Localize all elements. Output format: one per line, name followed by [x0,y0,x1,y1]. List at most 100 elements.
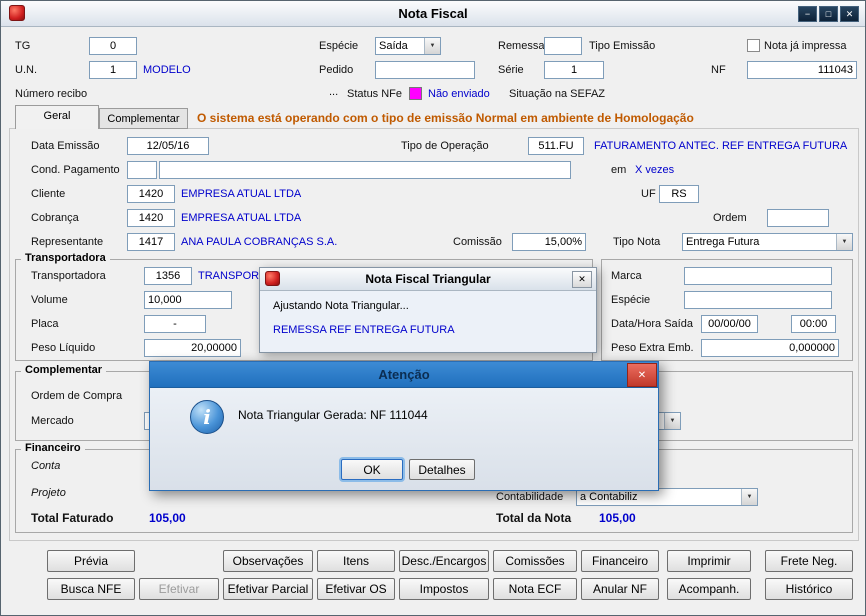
chevron-down-icon: ▼ [664,413,680,429]
peso-extra-input[interactable] [701,339,839,357]
transportadora-group-caption: Transportadora [21,252,110,264]
situacao-sefaz-label: Situação na SEFAZ [509,88,605,100]
ok-button[interactable]: OK [341,459,403,480]
tipo-nota-label: Tipo Nota [613,236,661,248]
maximize-icon: □ [825,8,832,19]
numero-recibo-label: Número recibo [15,88,88,100]
info-icon: i [190,400,224,434]
observacoes-button[interactable]: Observações [223,550,313,572]
cond-pagamento-desc-input[interactable] [159,161,571,179]
nota-fiscal-window: Nota Fiscal − □ ✕ TG Espécie Saída ▼ Rem… [0,0,866,616]
comissao-input[interactable] [512,233,586,251]
cond-pagamento-code-input[interactable] [127,161,157,179]
representante-desc: ANA PAULA COBRANÇAS S.A. [181,236,338,248]
placa-input[interactable] [144,315,206,333]
nf-input[interactable] [747,61,857,79]
desc-encargos-button[interactable]: Desc./Encargos [399,550,489,572]
remessa-input[interactable] [544,37,582,55]
imprimir-button[interactable]: Imprimir [667,550,751,572]
tab-geral[interactable]: Geral [15,105,99,129]
impostos-button[interactable]: Impostos [399,578,489,600]
chevron-down-icon: ▼ [424,38,440,54]
maximize-button[interactable]: □ [819,6,838,22]
tg-input[interactable] [89,37,137,55]
especie-select[interactable]: Saída ▼ [375,37,441,55]
data-hora-saida-label: Data/Hora Saída [611,318,693,330]
cliente-input[interactable] [127,185,175,203]
cobranca-label: Cobrança [31,212,79,224]
nota-ecf-button[interactable]: Nota ECF [493,578,577,600]
itens-button[interactable]: Itens [317,550,395,572]
info-icon-glyph: i [203,405,211,429]
close-button[interactable]: ✕ [840,6,859,22]
close-button[interactable]: ✕ [627,363,657,387]
pedido-label: Pedido [319,64,354,76]
marca-input[interactable] [684,267,832,285]
close-icon: ✕ [578,274,586,284]
comissao-label: Comissão [453,236,502,248]
anular-nf-button[interactable]: Anular NF [581,578,659,600]
complementar-group-caption: Complementar [21,364,107,376]
peso-extra-label: Peso Extra Emb. [611,342,694,354]
conta-label: Conta [31,460,61,472]
contabilidade-label: Contabilidade [496,491,564,503]
historico-button[interactable]: Histórico [765,578,853,600]
busca-nfe-button[interactable]: Busca NFE [47,578,135,600]
status-nfe-value: Não enviado [428,88,490,100]
minimize-icon: − [804,8,811,19]
uf-label: UF [641,188,656,200]
dialog-atencao: Atenção ✕ i Nota Triangular Gerada: NF 1… [149,361,659,491]
especie-emb-label: Espécie [611,294,651,306]
cliente-label: Cliente [31,188,66,200]
serie-input[interactable] [544,61,604,79]
volume-input[interactable] [144,291,232,309]
dialog-titlebar: Atenção [150,362,658,388]
ordem-label: Ordem [713,212,747,224]
tg-label: TG [15,40,31,52]
ordem-input[interactable] [767,209,829,227]
transportadora-input[interactable] [144,267,192,285]
especie-value: Saída [379,40,408,52]
detalhes-button[interactable]: Detalhes [409,459,475,480]
tab-complementar[interactable]: Complementar [99,108,188,129]
dialog-title: Nota Fiscal Triangular [365,272,491,286]
comissoes-button[interactable]: Comissões [493,550,577,572]
cobranca-input[interactable] [127,209,175,227]
placa-label: Placa [31,318,59,330]
mercado-label: Mercado [31,415,74,427]
close-button[interactable]: ✕ [572,271,592,288]
financeiro-button[interactable]: Financeiro [581,550,659,572]
acompanh-button[interactable]: Acompanh. [667,578,751,600]
representante-label: Representante [31,236,104,248]
representante-input[interactable] [127,233,175,251]
dialog-titlebar: Nota Fiscal Triangular [260,268,596,291]
volume-label: Volume [31,294,68,306]
previa-button[interactable]: Prévia [47,550,135,572]
pedido-input[interactable] [375,61,475,79]
uf-input[interactable] [659,185,699,203]
ordem-compra-label: Ordem de Compra [31,390,123,402]
efetivar-parcial-button[interactable]: Efetivar Parcial [223,578,313,600]
minimize-button[interactable]: − [798,6,817,22]
especie-emb-input[interactable] [684,291,832,309]
hora-saida-input[interactable] [791,315,836,333]
tipo-operacao-input[interactable] [528,137,584,155]
financeiro-group-caption: Financeiro [21,442,85,454]
status-nfe-color-box [409,87,422,100]
chevron-down-icon: ▼ [741,489,757,505]
data-emissao-input[interactable] [127,137,209,155]
cobranca-desc: EMPRESA ATUAL LTDA [181,212,302,224]
remessa-label: Remessa [498,40,545,52]
tipo-nota-select[interactable]: Entrega Futura ▼ [682,233,853,251]
tipo-nota-value: Entrega Futura [686,236,760,248]
projeto-label: Projeto [31,487,66,499]
em-label: em [611,164,627,176]
peso-liquido-input[interactable] [144,339,241,357]
nota-ja-impressa-checkbox[interactable] [747,39,760,52]
tipo-emissao-label: Tipo Emissão [589,40,656,52]
recibo-browse-button[interactable]: ... [329,86,338,99]
data-saida-input[interactable] [701,315,758,333]
efetivar-os-button[interactable]: Efetivar OS [317,578,395,600]
un-input[interactable] [89,61,137,79]
frete-neg-button[interactable]: Frete Neg. [765,550,853,572]
